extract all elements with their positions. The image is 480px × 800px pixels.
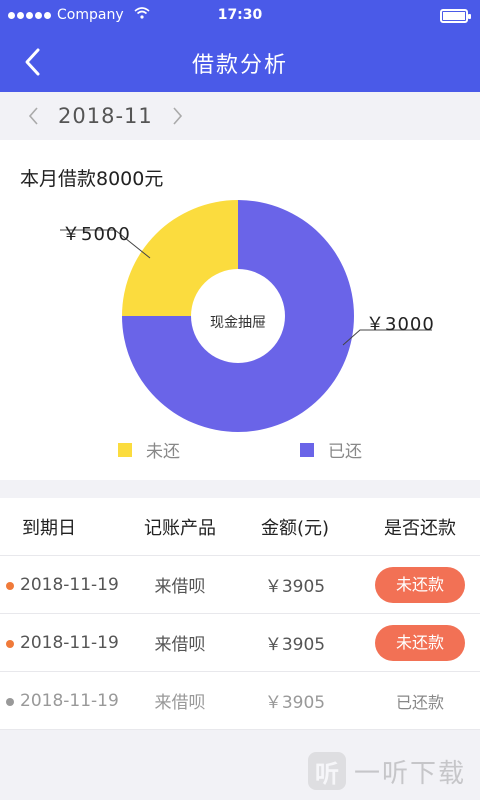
battery-icon [440,9,471,23]
repayment-table: 到期日 记账产品 金额(元) 是否还款 2018-11-19 来借呗 ￥3905… [0,498,480,730]
donut-center-label: 现金抽屉 [210,315,266,331]
data-label-paid: ￥3000 [366,314,435,335]
status-time: 17:30 [217,7,263,23]
table-row[interactable]: 2018-11-19 来借呗 ￥3905 未还款 [0,614,480,672]
legend-label-paid: 已还 [328,442,362,462]
header-repaid: 是否还款 [384,517,456,539]
watermark: 听 一听下载 [307,752,466,790]
legend-label-unpaid: 未还 [146,442,180,462]
product-name: 来借呗 [154,577,206,597]
prev-month-button[interactable] [20,102,48,130]
current-month: 2018-11 [58,104,153,128]
watermark-logo: 听 [307,752,346,790]
table-header: 到期日 记账产品 金额(元) 是否还款 [0,498,480,556]
unpaid-button[interactable]: 未还款 [375,624,465,661]
table-row[interactable]: 2018-11-19 来借呗 ￥3905 已还款 [0,672,480,730]
table-row[interactable]: 2018-11-19 来借呗 ￥3905 未还款 [0,556,480,614]
status-dot [6,698,14,706]
legend-item-unpaid: 未还 [118,437,180,462]
header-due-date: 到期日 [22,517,76,539]
month-selector: 2018-11 [0,92,480,140]
paid-status: 已还款 [395,692,444,712]
status-dot [6,582,14,590]
watermark-text: 一听下载 [353,758,466,789]
amount: ￥3905 [264,693,326,713]
unpaid-button[interactable]: 未还款 [375,566,465,603]
header-product: 记账产品 [144,517,216,539]
status-bar: Company 17:30 [0,0,480,32]
product-name: 来借呗 [154,693,206,713]
next-month-button[interactable] [163,102,191,130]
nav-bar: 借款分析 [0,32,480,92]
header-amount: 金额(元) [260,517,330,539]
due-date: 2018-11-19 [20,632,119,653]
amount: ￥3905 [264,635,326,655]
legend-swatch-unpaid [118,442,132,457]
page-title: 借款分析 [191,53,288,78]
chevron-right-icon [173,107,182,125]
data-label-unpaid: ￥5000 [62,224,131,245]
chevron-left-icon [28,107,38,125]
legend-swatch-paid [300,442,314,457]
legend-item-paid: 已还 [300,437,362,462]
amount: ￥3905 [264,577,326,597]
loan-summary-card: 本月借款8000元 现金抽屉 ￥5000 ￥3000 未还 已还 [0,140,480,480]
product-name: 来借呗 [154,635,206,655]
status-dot [6,640,14,648]
due-date: 2018-11-19 [20,690,119,711]
due-date: 2018-11-19 [20,574,119,595]
